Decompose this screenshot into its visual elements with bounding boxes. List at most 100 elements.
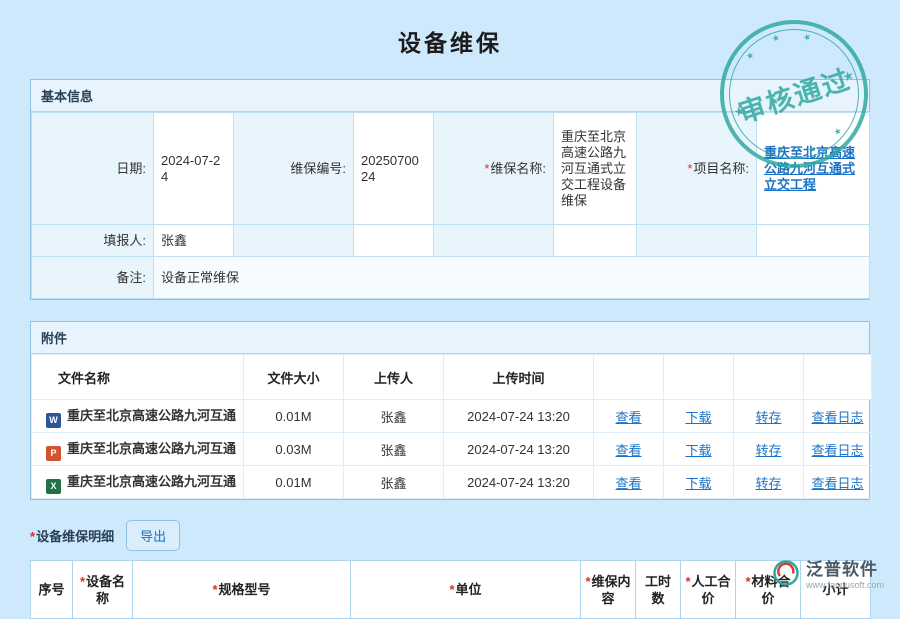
required-asterisk: * [687,161,692,176]
download-link[interactable]: 下载 [685,476,711,491]
upload-time: 2024-07-24 13:20 [444,433,594,466]
export-button[interactable]: 导出 [126,520,180,551]
basic-info-header: 基本信息 [31,80,869,112]
uploader: 张鑫 [344,466,444,499]
upload-time: 2024-07-24 13:20 [444,466,594,499]
required-asterisk: * [30,529,35,544]
col-maintenance-content: *维保内容 [581,561,636,619]
page-title: 设备维保 [30,0,870,58]
col-action [734,355,804,400]
required-asterisk: * [585,574,590,589]
view-log-link[interactable]: 查看日志 [811,443,863,458]
col-label: 维保内容 [592,574,631,606]
upload-time: 2024-07-24 13:20 [444,400,594,433]
file-size: 0.03M [244,433,344,466]
required-asterisk: * [449,582,454,597]
download-link[interactable]: 下载 [685,410,711,425]
attachments-header-row: 文件名称 文件大小 上传人 上传时间 [32,355,872,400]
maintenance-name-value: 重庆至北京高速公路九河互通式立交工程设备维保 [554,113,637,225]
download-link[interactable]: 下载 [685,443,711,458]
watermark-text: 泛普软件 www.fanpusoft.com [806,555,884,590]
date-label: 日期: [32,113,154,225]
col-file-name: 文件名称 [32,355,244,400]
reporter-value: 张鑫 [154,225,234,257]
basic-info-table: 日期: 2024-07-24 维保编号: 2025070024 *维保名称: 重… [31,112,870,299]
view-link[interactable]: 查看 [615,443,641,458]
attachments-section: 附件 文件名称 文件大小 上传人 上传时间 W 重庆至北京高速公路九河互通 0.0… [30,321,870,500]
uploader: 张鑫 [344,400,444,433]
empty-value-cell [354,225,434,257]
col-uploader: 上传人 [344,355,444,400]
col-work-hours: 工时数 [636,561,681,619]
col-label: 规格型号 [219,582,271,597]
project-name-label-text: 项目名称: [693,161,749,176]
empty-value-cell [757,225,870,257]
col-file-size: 文件大小 [244,355,344,400]
brand-watermark: 泛普软件 www.fanpusoft.com [772,555,884,590]
file-size: 0.01M [244,466,344,499]
reporter-label: 填报人: [32,225,154,257]
brand-url: www.fanpusoft.com [806,580,884,590]
uploader: 张鑫 [344,433,444,466]
col-label: 设备名称 [86,574,125,606]
file-name-cell: P重庆至北京高速公路九河互通 [32,433,244,466]
required-asterisk: * [484,161,489,176]
basic-info-section: 基本信息 日期: 2024-07-24 维保编号: 2025070024 *维保… [30,79,870,300]
detail-section-head: *设备维保明细 导出 [30,520,870,551]
file-name-cell: X 重庆至北京高速公路九河互通 [32,466,244,499]
equipment-maintenance-page: 设备维保 ★ ★ ★ ★ ★ ★ ★ ★ 审核通过 基本信息 日期: 2024-… [0,0,900,600]
view-log-link[interactable]: 查看日志 [811,476,863,491]
col-label: 单位 [456,582,482,597]
word-file-icon: W [46,413,61,428]
excel-file-icon: X [46,479,61,494]
col-seq: 序号 [31,561,73,619]
transfer-link[interactable]: 转存 [755,443,781,458]
maintenance-name-label: *维保名称: [434,113,554,225]
project-name-label: *项目名称: [637,113,757,225]
maintenance-name-label-text: 维保名称: [490,161,546,176]
required-asterisk: * [745,574,750,589]
date-value: 2024-07-24 [154,113,234,225]
view-link[interactable]: 查看 [615,410,641,425]
col-upload-time: 上传时间 [444,355,594,400]
brand-name: 泛普软件 [806,555,878,580]
detail-title-text: 设备维保明细 [36,529,114,544]
attachment-row: X 重庆至北京高速公路九河互通 0.01M 张鑫 2024-07-24 13:20… [32,466,872,499]
attachments-header: 附件 [31,322,869,354]
col-action [594,355,664,400]
remark-value: 设备正常维保 [154,257,870,299]
fanpu-logo-icon [772,559,800,587]
col-label: 人工合价 [692,574,731,606]
project-name-link[interactable]: 重庆至北京高速公路九河互通式立交工程 [764,145,855,192]
code-label: 维保编号: [234,113,354,225]
col-labor-total: *人工合价 [681,561,736,619]
attachment-row: W重庆至北京高速公路九河互通 0.01M 张鑫 2024-07-24 13:20… [32,400,872,433]
required-asterisk: * [212,582,217,597]
col-spec-model: *规格型号 [133,561,351,619]
file-name-cell: W 重庆至北京高速公路九河互通 [32,400,244,433]
code-value: 2025070024 [354,113,434,225]
file-name: 重庆至北京高速公路九河互通 [67,408,236,423]
empty-label-cell [637,225,757,257]
required-asterisk: * [685,574,690,589]
attachments-table: 文件名称 文件大小 上传人 上传时间 W重庆至北京高速公路九河互通 0.01M … [31,354,872,499]
transfer-link[interactable]: 转存 [755,476,781,491]
view-link[interactable]: 查看 [615,476,641,491]
detail-section-title: *设备维保明细 [30,526,114,545]
project-name-cell: 重庆至北京高速公路九河互通式立交工程 [757,113,870,225]
transfer-link[interactable]: 转存 [755,410,781,425]
col-action [664,355,734,400]
empty-label-cell [434,225,554,257]
required-asterisk: * [80,574,85,589]
col-action [804,355,872,400]
file-name: 重庆至北京高速公路九河互通 [67,441,236,456]
detail-header-row: 序号 *设备名称 *规格型号 *单位 *维保内容 工时数 *人工合价 *材料合价… [31,561,871,619]
col-unit: *单位 [351,561,581,619]
detail-table: 序号 *设备名称 *规格型号 *单位 *维保内容 工时数 *人工合价 *材料合价… [30,560,871,619]
remark-label: 备注: [32,257,154,299]
attachment-row: P重庆至北京高速公路九河互通 0.03M 张鑫 2024-07-24 13:20… [32,433,872,466]
empty-label-cell [234,225,354,257]
view-log-link[interactable]: 查看日志 [811,410,863,425]
file-name: 重庆至北京高速公路九河互通 [67,474,236,489]
col-equipment-name: *设备名称 [73,561,133,619]
